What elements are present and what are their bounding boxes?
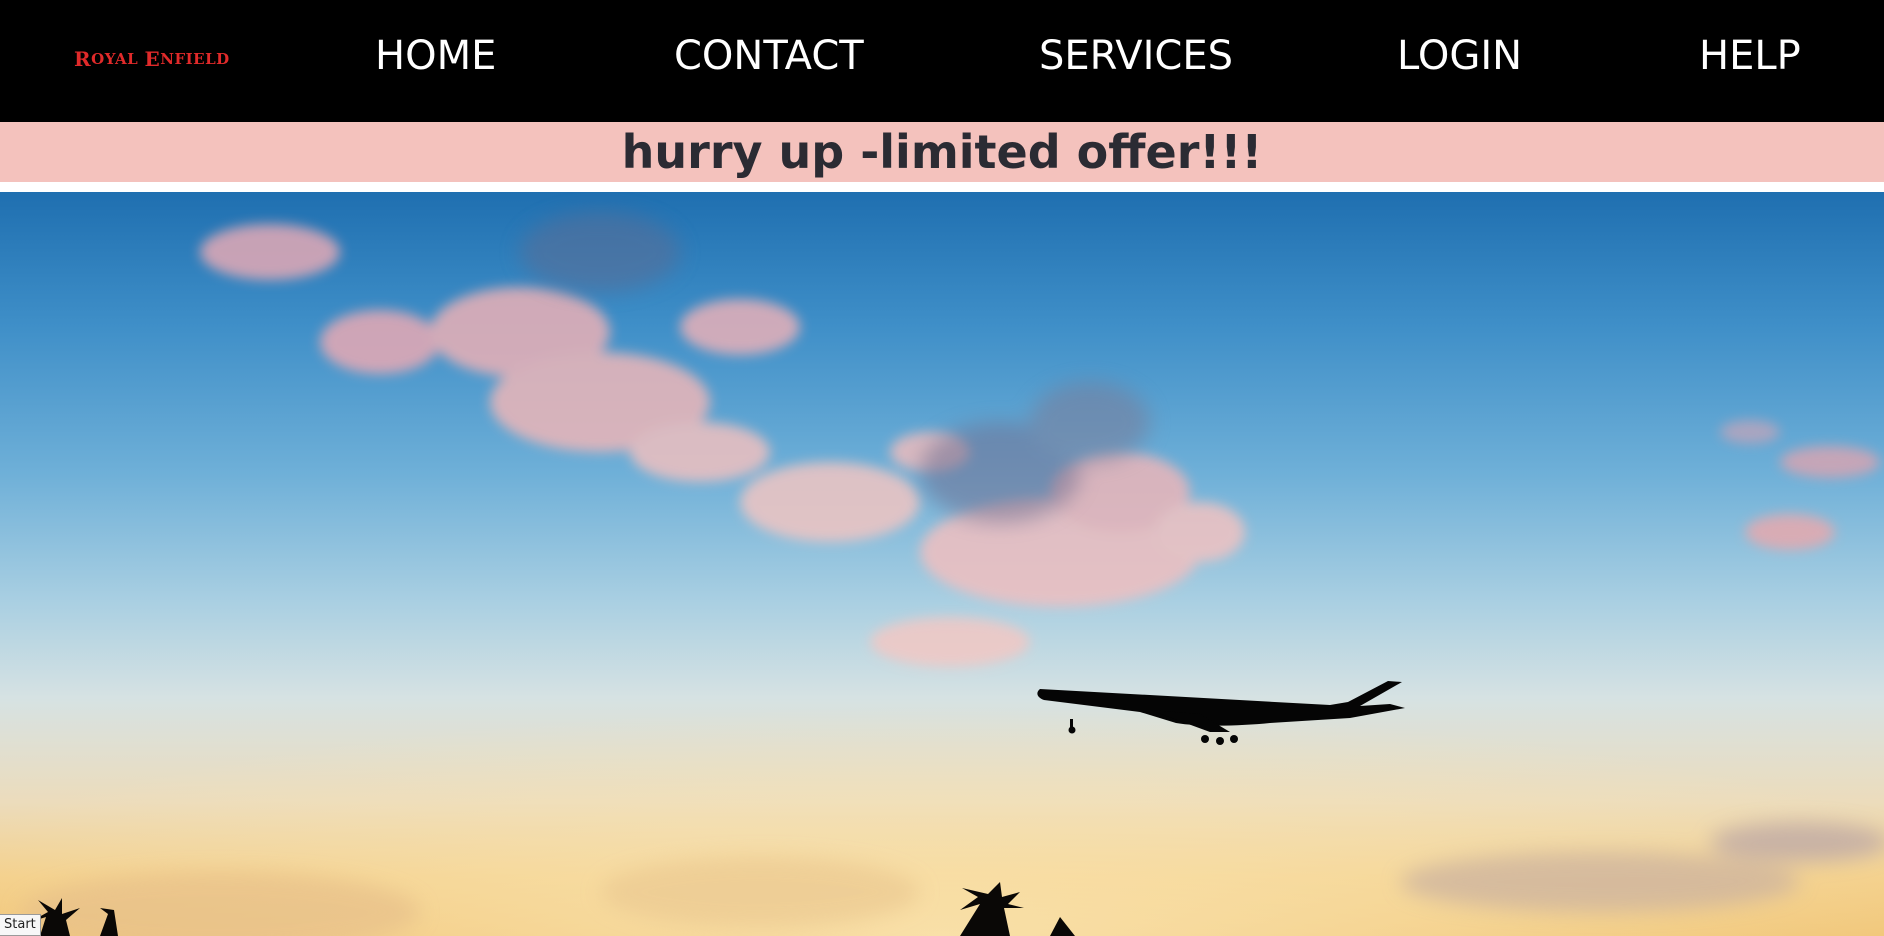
offer-banner: hurry up -limited offer!!! — [0, 122, 1884, 182]
nav-link-login[interactable]: LOGIN — [1397, 28, 1522, 84]
nav-link-home[interactable]: HOME — [375, 28, 496, 84]
hero-image — [0, 192, 1884, 936]
hero-sky-illustration — [0, 212, 1884, 936]
offer-banner-text: hurry up -limited offer!!! — [621, 125, 1263, 179]
top-navbar: R OYAL E NFIELD HOME CONTACT SERVICES LOGI… — [0, 0, 1884, 122]
nav-link-contact[interactable]: CONTACT — [674, 28, 864, 84]
nav-link-services[interactable]: SERVICES — [1039, 28, 1233, 84]
start-button[interactable]: Start — [0, 914, 41, 936]
royal-enfield-logo[interactable]: R OYAL E NFIELD — [74, 47, 230, 71]
nav-link-help[interactable]: HELP — [1699, 28, 1801, 84]
